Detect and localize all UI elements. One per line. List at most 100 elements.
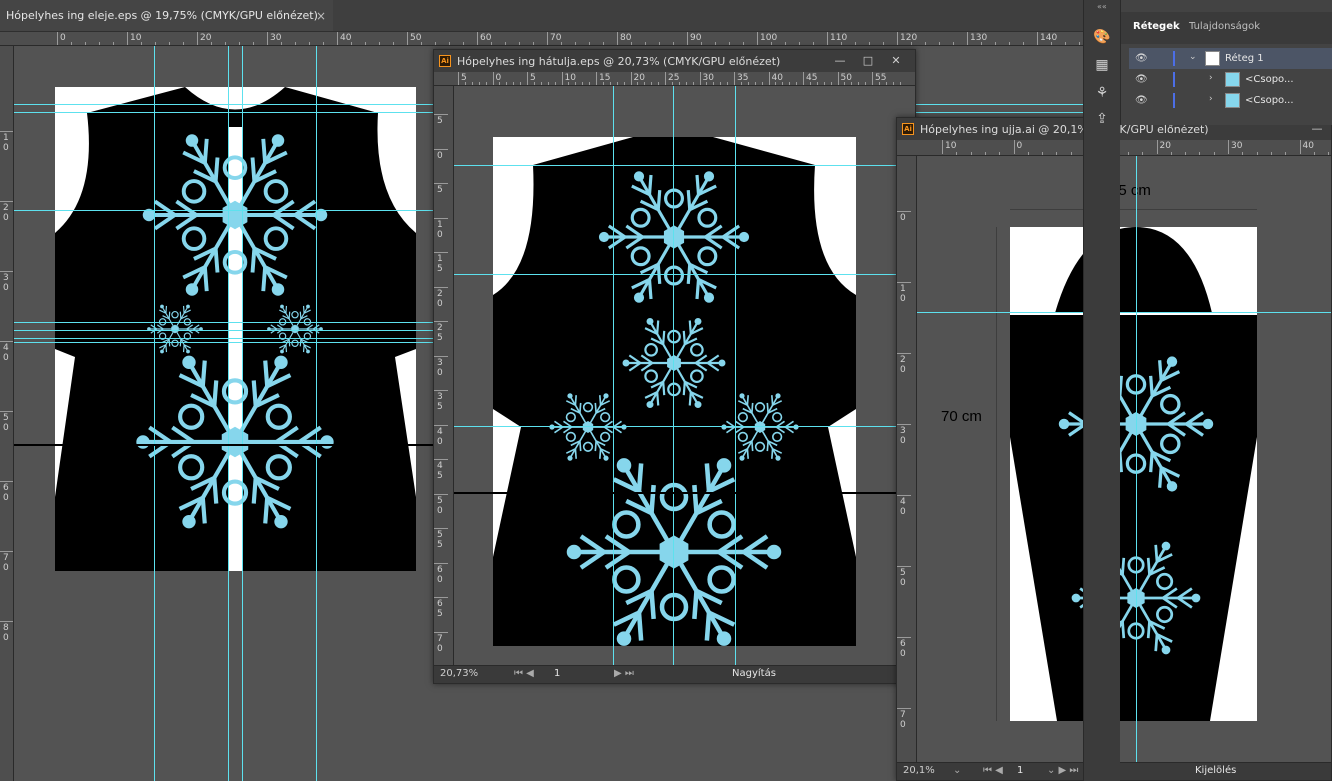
first-page-icon[interactable]: ⏮ ◀	[983, 765, 1003, 776]
zoom-level[interactable]: 20,73%	[440, 668, 478, 679]
ruler-tick	[0, 621, 13, 622]
guide-horizontal[interactable]	[454, 165, 915, 166]
ruler-tick	[699, 72, 701, 85]
export-icon[interactable]: ⇪	[1093, 110, 1111, 128]
next-page-icon[interactable]: ⌄ ▶ ⏭	[1047, 765, 1078, 776]
ruler-minor-tick	[637, 82, 639, 85]
window-titlebar[interactable]: Ai Hópelyhes ing hátulja.eps @ 20,73% (C…	[434, 50, 915, 72]
ruler-minor-tick	[1170, 152, 1172, 155]
visibility-eye-icon[interactable]: 👁	[1135, 95, 1148, 106]
ruler-minor-tick	[830, 82, 832, 85]
page-number[interactable]: 1	[1017, 765, 1023, 776]
ruler-minor-tick	[1070, 152, 1072, 155]
first-page-icon[interactable]: ⏮ ◀	[514, 668, 534, 679]
tab-properties[interactable]: Tulajdonságok	[1189, 21, 1260, 32]
guide-horizontal[interactable]	[454, 426, 915, 427]
guide-horizontal[interactable]	[454, 274, 915, 275]
ruler-minor-tick	[463, 42, 464, 45]
layer-row[interactable]: 👁 › <Csopo...	[1129, 90, 1332, 111]
guide-vertical[interactable]	[735, 86, 736, 665]
ruler-minor-tick	[547, 82, 549, 85]
ruler-tick	[897, 353, 911, 354]
ruler-minor-tick	[858, 82, 860, 85]
ruler-tick	[434, 631, 448, 633]
ruler-horizontal[interactable]: 0 10 20 30 40 50 60 70 80 90 100 110 120 130 140	[0, 32, 1083, 46]
ruler-vertical[interactable]: 1020304050607080	[0, 46, 14, 781]
chevron-right-icon[interactable]: ›	[1209, 94, 1213, 104]
ruler-minor-tick	[1270, 152, 1272, 155]
guide-vertical[interactable]	[673, 86, 674, 665]
ruler-minor-tick	[984, 152, 986, 155]
ruler-minor-tick	[841, 42, 842, 45]
ruler-label: 0	[3, 213, 9, 223]
next-page-icon[interactable]: ▶ ⏭	[614, 668, 634, 679]
minimize-button[interactable]: —	[832, 53, 848, 69]
status-mode: Nagyítás	[732, 668, 776, 679]
ruler-horizontal[interactable]: 5 0 5 10 15 20 25 30 35 40 45 50 55	[434, 72, 915, 86]
ruler-label: 40	[340, 33, 352, 43]
puppet-icon[interactable]: ⚘	[1093, 84, 1111, 102]
grid-icon[interactable]: ▦	[1093, 56, 1111, 74]
ruler-minor-tick	[603, 42, 604, 45]
ruler-tick	[434, 528, 448, 529]
ruler-label: 7	[437, 633, 443, 644]
guide-vertical[interactable]	[154, 46, 155, 781]
artboard-front[interactable]	[55, 87, 416, 571]
ruler-minor-tick	[713, 82, 715, 85]
ruler-minor-tick	[351, 42, 352, 45]
layer-row[interactable]: 👁 ⌄ Réteg 1	[1129, 48, 1332, 69]
ruler-minor-tick	[225, 42, 226, 45]
document-window-back[interactable]: Ai Hópelyhes ing hátulja.eps @ 20,73% (C…	[433, 49, 916, 684]
chevron-right-icon[interactable]: ›	[1209, 73, 1213, 83]
ruler-label: 0	[900, 436, 906, 446]
close-button[interactable]: ✕	[888, 53, 904, 69]
ruler-label: 6	[900, 639, 906, 649]
visibility-eye-icon[interactable]: 👁	[1135, 74, 1148, 85]
artboard-sleeve[interactable]	[1010, 227, 1257, 721]
ruler-minor-tick	[685, 82, 687, 85]
guide-vertical[interactable]	[1136, 156, 1137, 762]
ruler-minor-tick	[520, 82, 522, 85]
visibility-eye-icon[interactable]: 👁	[1135, 53, 1148, 64]
ruler-minor-tick	[1042, 152, 1044, 155]
layer-thumbnail	[1205, 51, 1220, 66]
palette-icon[interactable]: 🎨	[1093, 28, 1111, 46]
ruler-minor-tick	[939, 42, 940, 45]
guide-vertical[interactable]	[316, 46, 317, 781]
ruler-minor-tick	[631, 42, 632, 45]
guide-vertical[interactable]	[613, 86, 614, 665]
ruler-label: 20	[200, 33, 212, 43]
canvas-back[interactable]	[454, 86, 915, 665]
ruler-label: 0	[437, 367, 443, 378]
artboard-back[interactable]	[493, 137, 856, 646]
layers-panel: Rétegek Tulajdonságok 👁 ⌄ Réteg 1 👁 › <C…	[1120, 0, 1332, 125]
close-icon[interactable]: ×	[316, 9, 326, 23]
ruler-label: 5	[3, 413, 9, 423]
tab-layers[interactable]: Rétegek	[1133, 21, 1180, 32]
collapse-icon[interactable]: ««	[1097, 2, 1107, 11]
layer-name[interactable]: <Csopo...	[1245, 95, 1294, 106]
layer-name[interactable]: Réteg 1	[1225, 53, 1264, 64]
layer-name[interactable]: <Csopo...	[1245, 74, 1294, 85]
ruler-minor-tick	[925, 42, 926, 45]
ruler-tick	[434, 114, 448, 115]
ruler-tick	[434, 562, 448, 564]
guide-vertical[interactable]	[242, 46, 243, 781]
chevron-down-icon[interactable]: ⌄	[1189, 52, 1197, 62]
ruler-label: 30	[1231, 141, 1243, 151]
ruler-vertical[interactable]: 010203040506070	[897, 156, 917, 762]
zoom-level[interactable]: 20,1%	[903, 765, 935, 776]
maximize-button[interactable]: □	[860, 53, 876, 69]
ruler-minor-tick	[706, 82, 708, 85]
guide-horizontal[interactable]	[917, 312, 1331, 313]
dimension-line-width	[1010, 209, 1257, 210]
guide-vertical[interactable]	[228, 46, 229, 781]
layer-row[interactable]: 👁 › <Csopo...	[1129, 69, 1332, 90]
zoom-dropdown-icon[interactable]: ⌄	[953, 765, 961, 776]
ruler-minor-tick	[513, 82, 515, 85]
ruler-label: 20	[633, 73, 645, 83]
tab-document-front[interactable]: Hópelyhes ing eleje.eps @ 19,75% (CMYK/G…	[0, 0, 333, 32]
canvas-sleeve[interactable]: 35 cm 70 cm	[917, 156, 1331, 762]
page-number[interactable]: 1	[554, 668, 560, 679]
ruler-vertical[interactable]: 50510152025303540455055606570	[434, 86, 454, 665]
